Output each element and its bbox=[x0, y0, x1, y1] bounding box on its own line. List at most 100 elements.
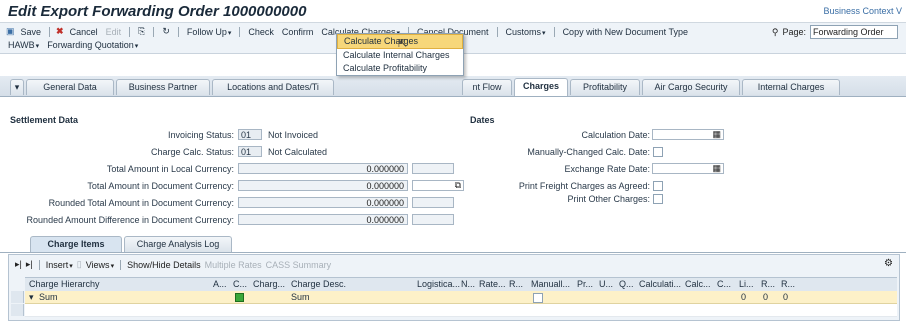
col-charge-desc[interactable]: Charge Desc. bbox=[291, 279, 346, 289]
col-calculation[interactable]: Calculati... bbox=[639, 279, 681, 289]
col-c[interactable]: C... bbox=[233, 279, 247, 289]
delete-icon[interactable]: ▯ bbox=[77, 259, 82, 270]
invoicing-status-label: Invoicing Status: bbox=[167, 130, 234, 140]
forwarding-quotation-menu[interactable]: Forwarding Quotation▾ bbox=[45, 40, 140, 50]
col-manually[interactable]: Manuall... bbox=[531, 279, 570, 289]
settings-icon[interactable]: ⚙ bbox=[884, 258, 893, 269]
manual-calc-date-checkbox[interactable] bbox=[653, 147, 663, 157]
col-n[interactable]: N... bbox=[461, 279, 475, 289]
calendar-icon[interactable]: ▦ bbox=[712, 163, 721, 174]
col-pr[interactable]: Pr... bbox=[577, 279, 593, 289]
charge-items-panel: ▸| ▸| Insert▾ ▯ Views▾ Show/Hide Details… bbox=[8, 254, 900, 321]
rounded-total-label: Rounded Total Amount in Document Currenc… bbox=[48, 198, 234, 208]
cell-manually-checkbox[interactable] bbox=[533, 293, 543, 303]
cell-charge-hierarchy: Sum bbox=[39, 292, 58, 302]
separator bbox=[553, 26, 555, 37]
total-doc-label: Total Amount in Document Currency: bbox=[87, 181, 234, 191]
col-q[interactable]: Q... bbox=[619, 279, 634, 289]
tab-charge-analysis-log[interactable]: Charge Analysis Log bbox=[124, 236, 232, 252]
calc-date-input[interactable]: ▦ bbox=[652, 129, 724, 140]
tab-internal-charges[interactable]: Internal Charges bbox=[742, 79, 840, 95]
cell-r2: 0 bbox=[763, 292, 769, 302]
value-help-icon[interactable]: ⧉ bbox=[455, 180, 461, 191]
separator bbox=[153, 26, 155, 37]
invoicing-status-text: Not Invoiced bbox=[268, 130, 319, 140]
cancel-button[interactable]: Cancel bbox=[68, 27, 100, 37]
refresh-icon[interactable]: ↻ bbox=[160, 26, 172, 37]
page-dropdown[interactable]: Forwarding Order bbox=[810, 25, 898, 39]
cancel-icon: ✖ bbox=[56, 26, 64, 36]
tab-document-flow[interactable]: nt Flow bbox=[462, 79, 512, 95]
row-selector[interactable] bbox=[11, 304, 24, 316]
exchange-rate-date-input[interactable]: ▦ bbox=[652, 163, 724, 174]
settlement-section-title: Settlement Data bbox=[10, 115, 79, 125]
charge-items-toolbar: ▸| ▸| Insert▾ ▯ Views▾ Show/Hide Details… bbox=[15, 259, 331, 270]
col-charge-hierarchy[interactable]: Charge Hierarchy bbox=[29, 279, 100, 289]
total-local-currency bbox=[412, 163, 454, 174]
menu-item-calculate-profitability[interactable]: Calculate Profitability bbox=[337, 62, 463, 75]
check-button[interactable]: Check bbox=[246, 27, 276, 37]
manual-calc-date-label: Manually-Changed Calc. Date: bbox=[527, 147, 650, 157]
personalize-icon[interactable]: ⚲ bbox=[772, 27, 779, 38]
col-rate[interactable]: Rate... bbox=[479, 279, 506, 289]
exchange-rate-date-label: Exchange Rate Date: bbox=[564, 164, 650, 174]
follow-up-menu[interactable]: Follow Up▾ bbox=[185, 27, 234, 37]
rounded-diff-value: 0.000000 bbox=[238, 214, 408, 225]
col-calc[interactable]: Calc... bbox=[685, 279, 711, 289]
separator bbox=[239, 26, 241, 37]
menu-item-calculate-internal-charges[interactable]: Calculate Internal Charges bbox=[337, 49, 463, 62]
rounded-total-currency bbox=[412, 197, 454, 208]
tab-list-icon[interactable]: ▾ bbox=[10, 79, 24, 95]
tab-business-partner[interactable]: Business Partner bbox=[116, 79, 210, 95]
tab-locations-dates[interactable]: Locations and Dates/Ti bbox=[212, 79, 334, 95]
print-other-label: Print Other Charges: bbox=[567, 194, 650, 204]
cell-li: 0 bbox=[741, 292, 747, 302]
col-logistica[interactable]: Logistica... bbox=[417, 279, 460, 289]
customs-menu[interactable]: Customs▾ bbox=[504, 27, 548, 37]
row-selector[interactable] bbox=[11, 291, 24, 303]
multiple-rates-button[interactable]: Multiple Rates bbox=[205, 260, 262, 270]
col-c2[interactable]: C... bbox=[717, 279, 731, 289]
col-charge[interactable]: Charg... bbox=[253, 279, 285, 289]
tab-air-cargo-security[interactable]: Air Cargo Security bbox=[642, 79, 740, 95]
show-hide-details-button[interactable]: Show/Hide Details bbox=[127, 260, 201, 270]
business-context-link[interactable]: Business Context V bbox=[823, 6, 902, 16]
print-other-checkbox[interactable] bbox=[653, 194, 663, 204]
invoicing-status-code: 01 bbox=[238, 129, 262, 140]
tab-charges[interactable]: Charges bbox=[514, 78, 568, 96]
col-r2[interactable]: R... bbox=[761, 279, 775, 289]
col-r[interactable]: R... bbox=[509, 279, 523, 289]
tab-profitability[interactable]: Profitability bbox=[570, 79, 640, 95]
copy-new-doc-type-button[interactable]: Copy with New Document Type bbox=[561, 27, 690, 37]
copy-icon[interactable]: ⎘ bbox=[136, 26, 147, 37]
col-li[interactable]: Li... bbox=[739, 279, 754, 289]
calendar-icon[interactable]: ▦ bbox=[712, 129, 721, 140]
separator bbox=[120, 259, 122, 270]
tab-charge-items[interactable]: Charge Items bbox=[30, 236, 122, 252]
table-row[interactable]: ▾ Sum Sum 0 0 0 bbox=[11, 291, 897, 304]
col-r3[interactable]: R... bbox=[781, 279, 795, 289]
separator bbox=[129, 26, 131, 37]
views-menu[interactable]: Views▾ bbox=[86, 260, 114, 270]
col-a[interactable]: A... bbox=[213, 279, 227, 289]
collapse-icon[interactable]: ▸| bbox=[26, 259, 33, 270]
cass-summary-button[interactable]: CASS Summary bbox=[266, 260, 332, 270]
col-u[interactable]: U... bbox=[599, 279, 613, 289]
print-freight-label: Print Freight Charges as Agreed: bbox=[518, 181, 650, 191]
hawb-menu[interactable]: HAWB▾ bbox=[6, 40, 41, 50]
total-doc-currency-input[interactable]: ⧉ bbox=[412, 180, 464, 191]
page-selector: ⚲ Page: Forwarding Order bbox=[772, 25, 898, 39]
print-freight-checkbox[interactable] bbox=[653, 181, 663, 191]
save-button[interactable]: Save bbox=[19, 27, 44, 37]
edit-button[interactable]: Edit bbox=[104, 27, 124, 37]
confirm-button[interactable]: Confirm bbox=[280, 27, 316, 37]
rounded-diff-currency bbox=[412, 214, 454, 225]
table-row[interactable] bbox=[11, 304, 897, 317]
tab-general-data[interactable]: General Data bbox=[26, 79, 114, 95]
total-local-label: Total Amount in Local Currency: bbox=[106, 164, 234, 174]
charge-subtabstrip: Charge Items Charge Analysis Log bbox=[0, 234, 906, 253]
expand-icon[interactable]: ▸| bbox=[15, 259, 22, 270]
insert-menu[interactable]: Insert▾ bbox=[46, 260, 73, 270]
expand-row-icon[interactable]: ▾ bbox=[29, 292, 34, 303]
page-title: Edit Export Forwarding Order 1000000000 bbox=[8, 3, 307, 20]
